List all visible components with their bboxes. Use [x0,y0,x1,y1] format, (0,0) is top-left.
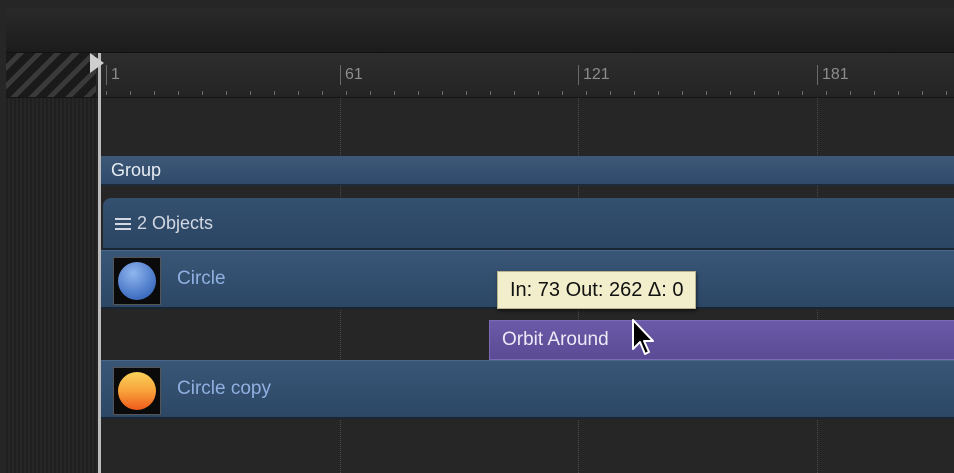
tooltip-text: In: 73 Out: 262 Δ: 0 [510,279,684,301]
behavior-label: Orbit Around [502,329,609,350]
playhead[interactable] [98,53,101,473]
timeline-header [6,8,954,53]
layer-label-circle-copy: Circle copy [177,378,271,399]
behavior-track: Orbit Around [101,316,954,360]
ruler-hatch-area [6,53,96,97]
objects-track[interactable]: 2 Objects [103,198,954,250]
list-icon [115,215,131,233]
orange-circle-icon [113,367,161,415]
mouse-pointer-icon [631,319,655,364]
ruler-mark-121: 121 [578,65,610,85]
timing-tooltip: In: 73 Out: 262 Δ: 0 [497,271,697,309]
objects-track-label: 2 Objects [137,213,214,233]
timeline-left-gutter [6,98,98,473]
playhead-handle-icon[interactable] [90,53,104,73]
layer-track-circle-copy[interactable]: Circle copy [101,360,954,419]
behavior-bar-orbit-around[interactable]: Orbit Around [489,320,954,360]
time-ruler[interactable]: 1 61 121 181 [6,53,954,98]
layer-label-circle: Circle [177,268,226,289]
timeline-panel: 1 61 121 181 Group 2 Objects Circle Orbi… [6,8,954,473]
ruler-ticks [106,91,954,95]
ruler-mark-1: 1 [106,65,120,85]
group-track-label: Group [111,160,162,180]
blue-circle-icon [113,257,161,305]
ruler-mark-181: 181 [817,65,849,85]
group-track[interactable]: Group [101,156,954,186]
ruler-mark-61: 61 [340,65,363,85]
